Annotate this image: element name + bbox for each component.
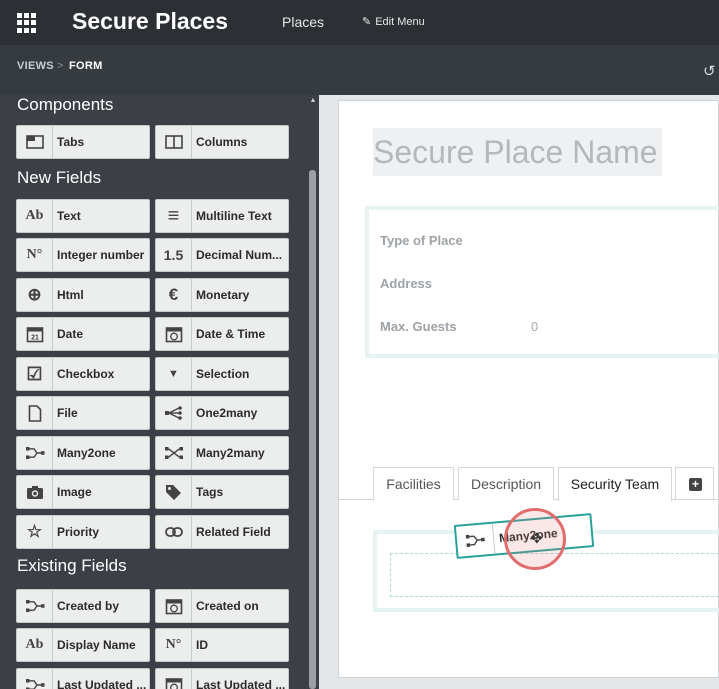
add-tab-button[interactable]: + [675,467,714,500]
tab-facilities[interactable]: Facilities [373,467,454,500]
field-date[interactable]: 21 Date [16,317,150,351]
integer-icon: N° [17,239,53,271]
field-priority[interactable]: ☆ Priority [16,515,150,549]
calendar-clock-icon [156,318,192,350]
tab-security-team[interactable]: Security Team [558,467,672,501]
components-heading: Components [17,95,114,114]
field-related[interactable]: Related Field [155,515,289,549]
studio-subbar [0,45,719,95]
many2one-icon [455,523,496,557]
field-file[interactable]: File [16,396,150,430]
breadcrumb-views[interactable]: VIEWS [17,60,54,72]
field-value-max-guests: 0 [531,319,539,334]
component-columns[interactable]: Columns [155,125,289,159]
calendar-clock-icon [156,669,192,689]
one2many-icon [156,397,192,429]
calendar-clock-icon [156,590,192,622]
component-tabs[interactable]: Tabs [16,125,150,159]
field-text[interactable]: Ab Text [16,199,150,233]
edit-menu-button[interactable]: ✎ Edit Menu [362,15,425,28]
field-monetary[interactable]: € Monetary [155,278,289,312]
decimal-icon: 1.5 [156,239,192,271]
field-html[interactable]: ⊕ Html [16,278,150,312]
tabs-icon [17,126,53,158]
tab-description[interactable]: Description [458,467,554,500]
integer-icon: N° [156,629,192,661]
field-selection[interactable]: ▼ Selection [155,357,289,391]
edit-menu-label: Edit Menu [375,16,425,28]
field-label-max-guests[interactable]: Max. Guests [380,319,457,334]
pencil-icon: ✎ [362,16,372,28]
move-cursor-icon: ✥ [531,530,543,546]
field-decimal[interactable]: 1.5 Decimal Num... [155,238,289,272]
field-many2many[interactable]: Many2many [155,436,289,470]
multiline-text-icon: ≡ [156,200,192,232]
calendar-icon: 21 [17,318,53,350]
svg-text:21: 21 [31,335,39,342]
field-label-type-of-place[interactable]: Type of Place [380,233,463,248]
star-icon: ☆ [17,516,53,548]
existing-fields-heading: Existing Fields [17,556,127,575]
existing-field-id[interactable]: N° ID [155,628,289,662]
sidebar-scroll-thumb[interactable] [309,170,316,689]
apps-grid-icon[interactable] [17,13,37,33]
many2one-icon [17,590,53,622]
top-navbar: Secure Places Places ✎ Edit Menu [0,0,719,45]
components-sidebar: Components Tabs Columns New Fields Ab Tex… [0,95,319,689]
breadcrumb-separator: > [57,60,64,72]
field-date-time[interactable]: Date & Time [155,317,289,351]
scroll-up-arrow-icon[interactable]: ▲ [307,97,319,107]
globe-icon: ⊕ [17,279,53,311]
existing-field-last-updated-on[interactable]: Last Updated ... [155,668,289,689]
file-icon [17,397,53,429]
existing-field-created-on[interactable]: Created on [155,589,289,623]
new-fields-heading: New Fields [17,168,102,187]
existing-field-last-updated-by[interactable]: Last Updated ... [16,668,150,689]
existing-field-display-name[interactable]: Ab Display Name [16,628,150,662]
checkbox-icon: ☑ [17,358,53,390]
breadcrumb-form: FORM [69,60,103,72]
euro-icon: € [156,279,192,311]
menu-item-places[interactable]: Places [282,14,324,30]
caret-down-icon: ▼ [156,358,192,390]
many2one-icon [17,669,53,689]
field-integer[interactable]: N° Integer number [16,238,150,272]
link-icon [156,516,192,548]
field-many2one[interactable]: Many2one [16,436,150,470]
many2many-icon [156,437,192,469]
field-label-address[interactable]: Address [380,276,432,291]
field-checkbox[interactable]: ☑ Checkbox [16,357,150,391]
existing-field-created-by[interactable]: Created by [16,589,150,623]
app-title: Secure Places [72,8,229,34]
plus-icon: + [689,478,702,491]
text-icon: Ab [17,200,53,232]
many2one-icon [17,437,53,469]
record-name-field[interactable]: Secure Place Name [373,128,662,176]
text-icon: Ab [17,629,53,661]
tag-icon [156,476,192,508]
field-tags[interactable]: Tags [155,475,289,509]
field-one2many[interactable]: One2many [155,396,289,430]
columns-icon [156,126,192,158]
camera-icon [17,476,53,508]
undo-icon[interactable]: ↺ [703,62,719,80]
field-multiline-text[interactable]: ≡ Multiline Text [155,199,289,233]
field-image[interactable]: Image [16,475,150,509]
